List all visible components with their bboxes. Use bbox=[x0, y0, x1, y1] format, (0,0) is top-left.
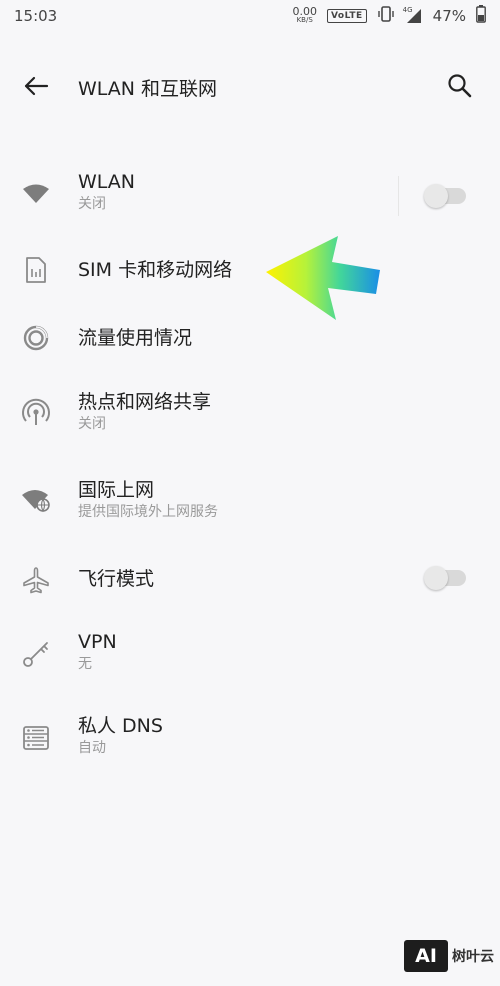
battery-level: 47% bbox=[432, 7, 466, 25]
back-arrow-icon[interactable] bbox=[20, 70, 52, 102]
global-roaming-icon bbox=[20, 484, 52, 516]
airplane-icon bbox=[20, 564, 52, 596]
list-item-subtitle: 提供国际境外上网服务 bbox=[78, 504, 218, 520]
signal-type: 4G bbox=[402, 6, 413, 14]
wifi-icon bbox=[20, 178, 52, 210]
vibrate-icon bbox=[377, 5, 395, 27]
search-icon[interactable] bbox=[444, 70, 476, 102]
battery-icon bbox=[476, 5, 486, 27]
sim-card-icon bbox=[20, 254, 52, 286]
list-item-text: 国际上网 提供国际境外上网服务 bbox=[78, 478, 218, 522]
list-item-text: SIM 卡和移动网络 bbox=[78, 258, 232, 282]
list-item-sim[interactable]: SIM 卡和移动网络 bbox=[0, 248, 500, 292]
list-item-vpn[interactable]: VPN 无 bbox=[0, 628, 500, 688]
list-item-title: 飞行模式 bbox=[78, 568, 155, 590]
list-item-title: VPN bbox=[78, 631, 117, 653]
list-item-title: 热点和网络共享 bbox=[78, 391, 212, 413]
signal-icon: 4G bbox=[402, 6, 423, 24]
list-item-global-roaming[interactable]: 国际上网 提供国际境外上网服务 bbox=[0, 472, 500, 532]
list-item-airplane-mode[interactable]: 飞行模式 bbox=[0, 558, 500, 602]
toggle-knob bbox=[424, 566, 448, 590]
list-item-private-dns[interactable]: 私人 DNS 自动 bbox=[0, 712, 500, 772]
list-item-data-usage[interactable]: 流量使用情况 bbox=[0, 316, 500, 360]
list-item-title: 私人 DNS bbox=[78, 715, 163, 737]
list-item-text: 热点和网络共享 关闭 bbox=[78, 390, 211, 434]
list-item-text: 私人 DNS 自动 bbox=[78, 714, 163, 758]
network-speed: 0.00 KB/S bbox=[292, 5, 317, 25]
list-item-subtitle: 无 bbox=[78, 656, 92, 672]
list-item-title: 流量使用情况 bbox=[78, 327, 193, 349]
divider bbox=[398, 176, 399, 216]
list-item-title: SIM 卡和移动网络 bbox=[78, 259, 233, 281]
status-bar: 15:03 0.00 KB/S VoLTE 4G 47% bbox=[0, 0, 500, 32]
list-item-text: 流量使用情况 bbox=[78, 326, 192, 350]
pointer-arrow-annotation bbox=[262, 232, 386, 324]
app-bar: WLAN 和互联网 bbox=[0, 58, 500, 114]
volte-badge: VoLTE bbox=[326, 9, 367, 23]
status-time: 15:03 bbox=[14, 7, 58, 25]
watermark: AI 树叶云 bbox=[404, 940, 494, 972]
watermark-text: 树叶云 bbox=[452, 949, 494, 965]
list-item-subtitle: 关闭 bbox=[78, 416, 106, 432]
list-item-subtitle: 自动 bbox=[78, 740, 106, 756]
list-item-subtitle: 关闭 bbox=[78, 196, 106, 212]
list-item-title: WLAN bbox=[78, 171, 136, 193]
wlan-toggle[interactable] bbox=[424, 184, 466, 208]
hotspot-icon bbox=[20, 396, 52, 428]
dns-icon bbox=[20, 722, 52, 754]
page-title: WLAN 和互联网 bbox=[78, 78, 218, 100]
vpn-key-icon bbox=[20, 638, 52, 670]
watermark-logo: AI bbox=[404, 940, 448, 972]
network-speed-unit: KB/S bbox=[296, 16, 313, 24]
data-usage-icon bbox=[20, 322, 52, 354]
list-item-text: 飞行模式 bbox=[78, 567, 154, 591]
network-speed-value: 0.00 bbox=[292, 5, 317, 18]
status-icons: 0.00 KB/S VoLTE 4G 47% bbox=[292, 5, 486, 27]
toggle-knob bbox=[424, 184, 448, 208]
list-item-hotspot[interactable]: 热点和网络共享 关闭 bbox=[0, 386, 500, 446]
airplane-mode-toggle[interactable] bbox=[424, 566, 466, 590]
list-item-text: WLAN 关闭 bbox=[78, 170, 135, 214]
list-item-text: VPN 无 bbox=[78, 630, 117, 674]
list-item-title: 国际上网 bbox=[78, 479, 155, 501]
list-item-wlan[interactable]: WLAN 关闭 bbox=[0, 168, 500, 228]
